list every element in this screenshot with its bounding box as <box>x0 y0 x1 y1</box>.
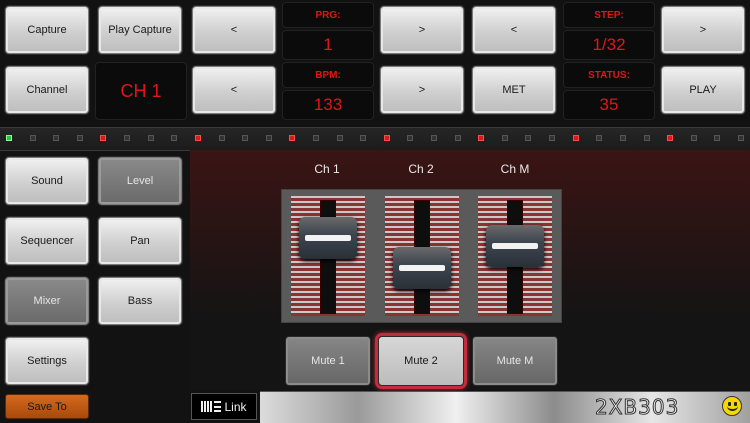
bpm-label-display: BPM: <box>282 62 374 88</box>
prg-label-display: PRG: <box>282 2 374 28</box>
channel-label-chm: Ch M <box>500 162 530 176</box>
bass-button[interactable]: Bass <box>98 277 182 325</box>
fader-knob-line <box>305 235 351 241</box>
bpm-prev-button[interactable]: < <box>192 66 276 114</box>
step-led <box>431 135 437 141</box>
step-led <box>573 135 579 141</box>
status-value-display: 35 <box>563 90 655 120</box>
fader-knob-line <box>399 265 445 271</box>
step-led <box>219 135 225 141</box>
step-led <box>6 135 12 141</box>
fader-knob[interactable] <box>393 247 451 289</box>
step-led <box>596 135 602 141</box>
step-led <box>502 135 508 141</box>
settings-button[interactable]: Settings <box>5 337 89 385</box>
ableton-link-button[interactable]: Link <box>191 393 257 420</box>
prg-value-display: 1 <box>282 30 374 60</box>
prg-prev-button[interactable]: < <box>192 6 276 54</box>
channel-label-ch2: Ch 2 <box>408 162 434 176</box>
step-led <box>289 135 295 141</box>
capture-button[interactable]: Capture <box>5 6 89 54</box>
step-led <box>478 135 484 141</box>
step-next-button[interactable]: > <box>661 6 745 54</box>
step-led <box>644 135 650 141</box>
step-led <box>667 135 673 141</box>
metronome-button[interactable]: MET <box>472 66 556 114</box>
sequencer-button[interactable]: Sequencer <box>5 217 89 265</box>
brand-logo-text: 2XB303 <box>594 395 680 420</box>
bpm-value-display: 133 <box>282 90 374 120</box>
channel-display: CH 1 <box>95 62 187 120</box>
smiley-icon <box>722 396 742 416</box>
step-led <box>266 135 272 141</box>
step-led <box>242 135 248 141</box>
step-led <box>30 135 36 141</box>
step-led <box>100 135 106 141</box>
fader-knob[interactable] <box>299 217 357 259</box>
link-label: Link <box>224 399 247 414</box>
status-label-display: STATUS: <box>563 62 655 88</box>
step-led <box>313 135 319 141</box>
step-led <box>549 135 555 141</box>
fader-knob-line <box>492 243 538 249</box>
step-prev-button[interactable]: < <box>472 6 556 54</box>
prg-next-button[interactable]: > <box>380 6 464 54</box>
mute-m-button[interactable]: Mute M <box>472 336 558 386</box>
step-led <box>714 135 720 141</box>
step-led <box>620 135 626 141</box>
play-capture-button[interactable]: Play Capture <box>98 6 182 54</box>
mute-1-button[interactable]: Mute 1 <box>285 336 371 386</box>
step-led <box>148 135 154 141</box>
step-led <box>738 135 744 141</box>
step-led <box>53 135 59 141</box>
sound-button[interactable]: Sound <box>5 157 89 205</box>
step-led <box>77 135 83 141</box>
save-to-button[interactable]: Save To <box>5 394 89 419</box>
link-bars-icon <box>201 401 222 412</box>
fader-knob[interactable] <box>486 225 544 267</box>
step-led <box>455 135 461 141</box>
step-value-display: 1/32 <box>563 30 655 60</box>
step-led <box>691 135 697 141</box>
step-led <box>407 135 413 141</box>
step-label-display: STEP: <box>563 2 655 28</box>
play-button[interactable]: PLAY <box>661 66 745 114</box>
step-led <box>384 135 390 141</box>
pan-button[interactable]: Pan <box>98 217 182 265</box>
step-led <box>171 135 177 141</box>
step-led <box>337 135 343 141</box>
step-led <box>195 135 201 141</box>
step-led <box>525 135 531 141</box>
mute-2-button[interactable]: Mute 2 <box>378 336 464 386</box>
level-button[interactable]: Level <box>98 157 182 205</box>
step-led <box>124 135 130 141</box>
channel-label-ch1: Ch 1 <box>314 162 340 176</box>
step-led-bar <box>0 127 750 151</box>
step-led <box>360 135 366 141</box>
mixer-button[interactable]: Mixer <box>5 277 89 325</box>
bpm-next-button[interactable]: > <box>380 66 464 114</box>
channel-button[interactable]: Channel <box>5 66 89 114</box>
